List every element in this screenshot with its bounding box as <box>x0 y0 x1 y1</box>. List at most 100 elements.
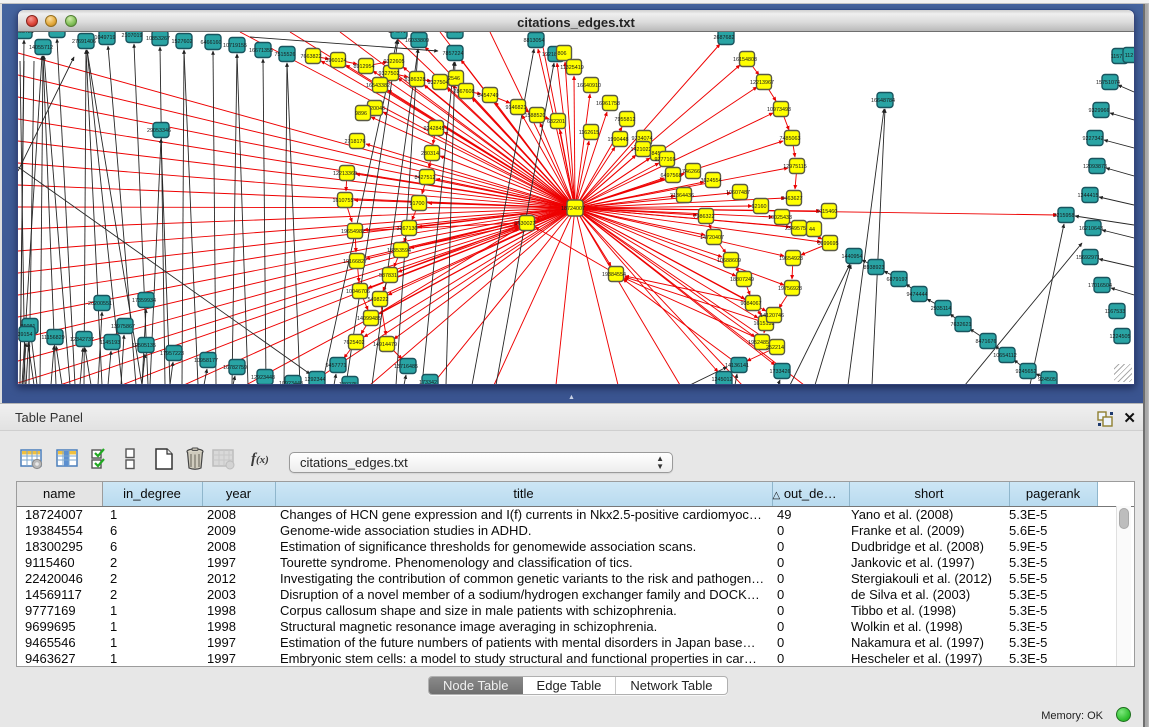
svg-text:9322605: 9322605 <box>384 59 405 65</box>
svg-text:14136141: 14136141 <box>725 363 749 369</box>
svg-text:10025433: 10025433 <box>768 215 792 221</box>
svg-text:19654923: 19654923 <box>779 256 803 262</box>
svg-text:1990448: 1990448 <box>608 137 629 143</box>
svg-text:252214: 252214 <box>766 345 784 351</box>
svg-text:632201: 632201 <box>547 119 565 125</box>
svg-text:14720407: 14720407 <box>700 235 724 241</box>
svg-text:6879197: 6879197 <box>887 277 908 283</box>
svg-text:16033809: 16033809 <box>405 38 429 44</box>
svg-text:12213967: 12213967 <box>750 80 774 86</box>
svg-text:8454749: 8454749 <box>478 93 499 99</box>
svg-text:16961758: 16961758 <box>596 101 620 107</box>
svg-text:105532: 105532 <box>444 32 462 35</box>
svg-text:1421022: 1421022 <box>631 147 652 153</box>
svg-text:9896: 9896 <box>355 111 367 117</box>
svg-text:9777169: 9777169 <box>655 157 676 163</box>
svg-text:2935114: 2935114 <box>931 306 952 312</box>
svg-text:12923448: 12923448 <box>251 375 275 381</box>
svg-text:10923448: 10923448 <box>279 381 303 384</box>
svg-text:16543382: 16543382 <box>366 83 390 89</box>
svg-text:15751074: 15751074 <box>1096 80 1120 86</box>
svg-text:20995721: 20995721 <box>18 32 34 35</box>
svg-text:9245652: 9245652 <box>1016 369 1037 375</box>
svg-text:10719155: 10719155 <box>223 43 247 49</box>
svg-text:29053346: 29053346 <box>147 128 171 134</box>
svg-text:8912954: 8912954 <box>354 64 375 70</box>
svg-text:18724007: 18724007 <box>561 206 585 212</box>
svg-text:14914479: 14914479 <box>373 342 397 348</box>
svg-text:17957223: 17957223 <box>160 351 184 357</box>
svg-text:104971: 104971 <box>388 32 406 35</box>
svg-text:130275: 130275 <box>339 382 357 384</box>
svg-text:16648784: 16648784 <box>871 98 895 104</box>
svg-text:9227342: 9227342 <box>1083 136 1104 142</box>
svg-text:280314: 280314 <box>421 151 439 157</box>
svg-text:209957: 209957 <box>46 32 64 34</box>
svg-text:1162615: 1162615 <box>579 130 600 136</box>
svg-text:2546: 2546 <box>448 76 460 82</box>
svg-text:7955812: 7955812 <box>615 117 636 123</box>
svg-text:112: 112 <box>1125 53 1134 59</box>
svg-text:2718176: 2718176 <box>345 139 366 145</box>
svg-text:5498222: 5498222 <box>368 297 389 303</box>
svg-text:3624554: 3624554 <box>701 178 722 184</box>
svg-text:10973493: 10973493 <box>767 107 791 113</box>
svg-text:14120746: 14120746 <box>760 313 784 319</box>
svg-text:6497568: 6497568 <box>661 173 682 179</box>
svg-text:19384554: 19384554 <box>602 272 626 278</box>
svg-text:18807249: 18807249 <box>730 277 754 283</box>
svg-text:1440954: 1440954 <box>842 254 863 260</box>
svg-text:9115460: 9115460 <box>817 209 838 215</box>
svg-text:13353594: 13353594 <box>387 248 411 254</box>
svg-text:1049719: 1049719 <box>95 35 116 41</box>
svg-text:8427512: 8427512 <box>415 175 436 181</box>
svg-text:12342737: 12342737 <box>70 337 94 343</box>
svg-text:1527602: 1527602 <box>172 39 193 45</box>
svg-text:27691406: 27691406 <box>72 39 96 45</box>
svg-text:1244415: 1244415 <box>1078 193 1099 199</box>
svg-text:806: 806 <box>558 51 567 57</box>
svg-text:62160: 62160 <box>752 204 767 210</box>
svg-text:1167533: 1167533 <box>1105 309 1126 315</box>
svg-text:11325419: 11325419 <box>560 65 584 71</box>
svg-text:10654112: 10654112 <box>993 353 1017 359</box>
svg-text:12975115: 12975115 <box>783 164 807 170</box>
svg-text:9146821: 9146821 <box>506 105 527 111</box>
svg-text:9327502: 9327502 <box>379 71 400 77</box>
svg-text:9474444: 9474444 <box>907 292 928 298</box>
svg-text:16782759: 16782759 <box>223 365 247 371</box>
svg-text:7515526: 7515526 <box>275 52 296 58</box>
svg-text:17016504: 17016504 <box>1088 283 1112 289</box>
svg-text:746266: 746266 <box>682 169 700 175</box>
svg-text:17359934: 17359934 <box>132 298 156 304</box>
svg-text:7986322: 7986322 <box>694 214 715 220</box>
svg-text:2867608: 2867608 <box>454 89 475 95</box>
svg-text:3215958: 3215958 <box>1054 213 1075 219</box>
svg-text:20200551: 20200551 <box>88 301 112 307</box>
svg-text:6466160: 6466160 <box>201 40 222 46</box>
svg-text:13975867: 13975867 <box>111 324 135 330</box>
svg-text:1588520: 1588520 <box>525 113 546 119</box>
svg-text:39154: 39154 <box>18 332 33 338</box>
svg-text:8813054: 8813054 <box>524 38 545 44</box>
svg-text:1145193: 1145193 <box>100 340 121 346</box>
svg-text:14055712: 14055712 <box>29 45 53 51</box>
svg-text:9463627: 9463627 <box>782 196 803 202</box>
svg-text:12093873: 12093873 <box>1083 164 1107 170</box>
svg-text:1292344: 1292344 <box>305 377 326 383</box>
svg-text:924505: 924505 <box>1038 377 1056 383</box>
svg-text:44: 44 <box>809 227 815 233</box>
svg-text:91700: 91700 <box>410 201 425 207</box>
svg-text:12505135: 12505135 <box>132 343 156 349</box>
svg-text:21364436: 21364436 <box>670 193 694 199</box>
svg-text:16640910: 16640910 <box>577 83 601 89</box>
svg-text:8471676: 8471676 <box>976 339 997 345</box>
svg-text:7632621: 7632621 <box>951 322 972 328</box>
svg-text:9457771: 9457771 <box>326 363 347 369</box>
svg-text:10958177: 10958177 <box>194 358 218 364</box>
svg-text:8938923: 8938923 <box>864 265 885 271</box>
svg-text:10688609: 10688609 <box>717 258 741 264</box>
svg-text:16671355: 16671355 <box>249 48 273 54</box>
svg-text:587831: 587831 <box>379 273 397 279</box>
svg-text:1245012: 1245012 <box>712 377 733 383</box>
